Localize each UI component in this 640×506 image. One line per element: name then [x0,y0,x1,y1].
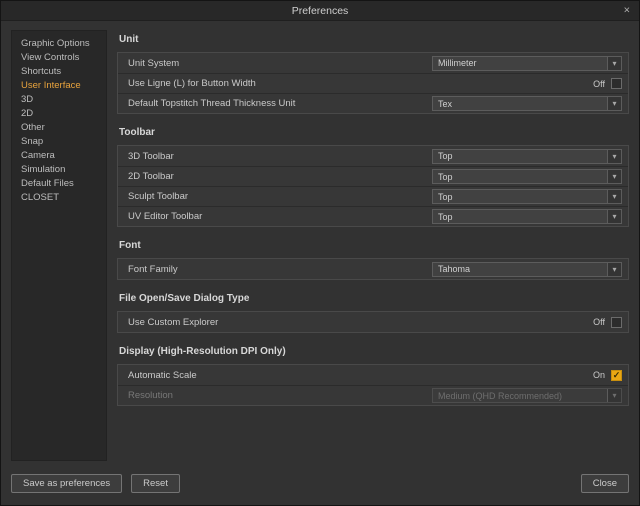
dropdown-value: Top [433,151,607,161]
section-title-font: Font [119,240,629,251]
sidebar-item-other[interactable]: Other [12,121,106,135]
dropdown-value: Medium (QHD Recommended) [433,391,607,401]
footer-bar: Save as preferences Reset Close [1,461,639,505]
sidebar-item-default-files[interactable]: Default Files [12,177,106,191]
chevron-down-icon: ▾ [607,389,621,402]
section-title-toolbar: Toolbar [119,127,629,138]
sidebar-item-user-interface[interactable]: User Interface [12,79,106,93]
setting-row-3d-toolbar: 3D ToolbarTop▾ [118,146,628,166]
close-button[interactable]: Close [581,474,629,493]
section-title-unit: Unit [119,34,629,45]
dropdown-unit-system[interactable]: Millimeter▾ [432,56,622,71]
setting-row-resolution: ResolutionMedium (QHD Recommended)▾ [118,385,628,405]
footer-left-buttons: Save as preferences Reset [11,474,180,493]
chevron-down-icon: ▾ [607,150,621,163]
setting-label: Default Topstitch Thread Thickness Unit [128,98,432,109]
chevron-down-icon: ▾ [607,190,621,203]
setting-label: Use Custom Explorer [128,317,593,328]
dropdown-2d-toolbar[interactable]: Top▾ [432,169,622,184]
dropdown-value: Tex [433,99,607,109]
dropdown-sculpt-toolbar[interactable]: Top▾ [432,189,622,204]
setting-row-default-topstitch-thread-thickness-unit: Default Topstitch Thread Thickness UnitT… [118,93,628,113]
setting-row-2d-toolbar: 2D ToolbarTop▾ [118,166,628,186]
window-close-icon[interactable]: × [624,5,630,16]
dropdown-resolution: Medium (QHD Recommended)▾ [432,388,622,403]
setting-row-uv-editor-toolbar: UV Editor ToolbarTop▾ [118,206,628,226]
setting-label: Unit System [128,58,432,69]
dropdown-value: Top [433,212,607,222]
setting-row-font-family: Font FamilyTahoma▾ [118,259,628,279]
sidebar-item-2d[interactable]: 2D [12,107,106,121]
dropdown-value: Top [433,192,607,202]
dropdown-value: Millimeter [433,58,607,68]
section-group-toolbar: 3D ToolbarTop▾2D ToolbarTop▾Sculpt Toolb… [117,145,629,227]
preferences-window: Preferences × Graphic OptionsView Contro… [0,0,640,506]
checkbox-state-label: On [593,370,605,380]
chevron-down-icon: ▾ [607,170,621,183]
sidebar-item-camera[interactable]: Camera [12,149,106,163]
section-title-display-high-resolution-dpi-only: Display (High-Resolution DPI Only) [119,346,629,357]
setting-label: Automatic Scale [128,370,593,381]
sidebar-item-simulation[interactable]: Simulation [12,163,106,177]
setting-row-use-ligne-l-for-button-width: Use Ligne (L) for Button WidthOff [118,73,628,93]
settings-panel: UnitUnit SystemMillimeter▾Use Ligne (L) … [117,30,629,461]
setting-label: 3D Toolbar [128,151,432,162]
sidebar-item-snap[interactable]: Snap [12,135,106,149]
chevron-down-icon: ▾ [607,210,621,223]
setting-row-unit-system: Unit SystemMillimeter▾ [118,53,628,73]
checkbox-use-ligne-l-for-button-width[interactable] [611,78,622,89]
section-group-font: Font FamilyTahoma▾ [117,258,629,280]
reset-button[interactable]: Reset [131,474,180,493]
dropdown-uv-editor-toolbar[interactable]: Top▾ [432,209,622,224]
setting-label: Font Family [128,264,432,275]
window-title: Preferences [292,5,349,17]
checkbox-state-label: Off [593,79,605,89]
dropdown-value: Tahoma [433,264,607,274]
sidebar-item-3d[interactable]: 3D [12,93,106,107]
checkbox-automatic-scale[interactable]: ✓ [611,370,622,381]
setting-row-automatic-scale: Automatic ScaleOn ✓ [118,365,628,385]
chevron-down-icon: ▾ [607,57,621,70]
checkbox-use-custom-explorer[interactable] [611,317,622,328]
chevron-down-icon: ▾ [607,97,621,110]
sidebar-item-view-controls[interactable]: View Controls [12,51,106,65]
sidebar-item-graphic-options[interactable]: Graphic Options [12,37,106,51]
sidebar-item-closet[interactable]: CLOSET [12,191,106,205]
dropdown-value: Top [433,172,607,182]
section-group-file-open-save-dialog-type: Use Custom ExplorerOff [117,311,629,333]
chevron-down-icon: ▾ [607,263,621,276]
section-title-file-open-save-dialog-type: File Open/Save Dialog Type [119,293,629,304]
dialog-body: Graphic OptionsView ControlsShortcutsUse… [1,21,639,461]
setting-label: Sculpt Toolbar [128,191,432,202]
setting-row-sculpt-toolbar: Sculpt ToolbarTop▾ [118,186,628,206]
titlebar: Preferences × [1,1,639,21]
section-group-unit: Unit SystemMillimeter▾Use Ligne (L) for … [117,52,629,114]
category-sidebar: Graphic OptionsView ControlsShortcutsUse… [11,30,107,461]
dropdown-3d-toolbar[interactable]: Top▾ [432,149,622,164]
dropdown-font-family[interactable]: Tahoma▾ [432,262,622,277]
setting-label: Use Ligne (L) for Button Width [128,78,593,89]
setting-label: 2D Toolbar [128,171,432,182]
checkbox-state-label: Off [593,317,605,327]
dropdown-default-topstitch-thread-thickness-unit[interactable]: Tex▾ [432,96,622,111]
sidebar-item-shortcuts[interactable]: Shortcuts [12,65,106,79]
setting-row-use-custom-explorer: Use Custom ExplorerOff [118,312,628,332]
setting-label: Resolution [128,390,432,401]
setting-label: UV Editor Toolbar [128,211,432,222]
section-group-display-high-resolution-dpi-only: Automatic ScaleOn ✓ ResolutionMedium (QHD … [117,364,629,406]
save-as-preferences-button[interactable]: Save as preferences [11,474,122,493]
